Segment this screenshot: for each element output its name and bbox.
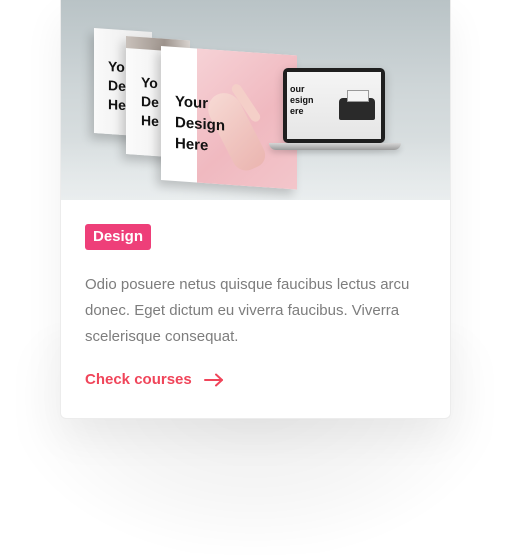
mockup-panel-front: Your Design Here — [161, 46, 297, 190]
typewriter-icon — [339, 90, 375, 120]
page: Yo De He Yo De He Your Design Here our e… — [0, 0, 510, 560]
mockup-panel-front-text: Your Design Here — [175, 92, 226, 155]
course-card[interactable]: Yo De He Yo De He Your Design Here our e… — [60, 0, 451, 419]
card-description: Odio posuere netus quisque faucibus lect… — [85, 276, 410, 345]
card-image[interactable]: Yo De He Yo De He Your Design Here our e… — [61, 0, 450, 200]
arrow-right-icon — [203, 373, 223, 387]
category-tag[interactable]: Design — [85, 224, 152, 250]
check-courses-label: Check courses — [85, 371, 192, 388]
laptop-base — [269, 143, 401, 150]
laptop-screen-text: our esign ere — [290, 84, 314, 116]
check-courses-link[interactable]: Check courses — [85, 370, 224, 390]
mockup-panel-back-text: Yo De He — [108, 57, 126, 114]
laptop-screen: our esign ere — [283, 68, 385, 143]
mockup-panel-middle-text: Yo De He — [141, 74, 159, 130]
card-content: Design Odio posuere netus quisque faucib… — [85, 224, 430, 390]
